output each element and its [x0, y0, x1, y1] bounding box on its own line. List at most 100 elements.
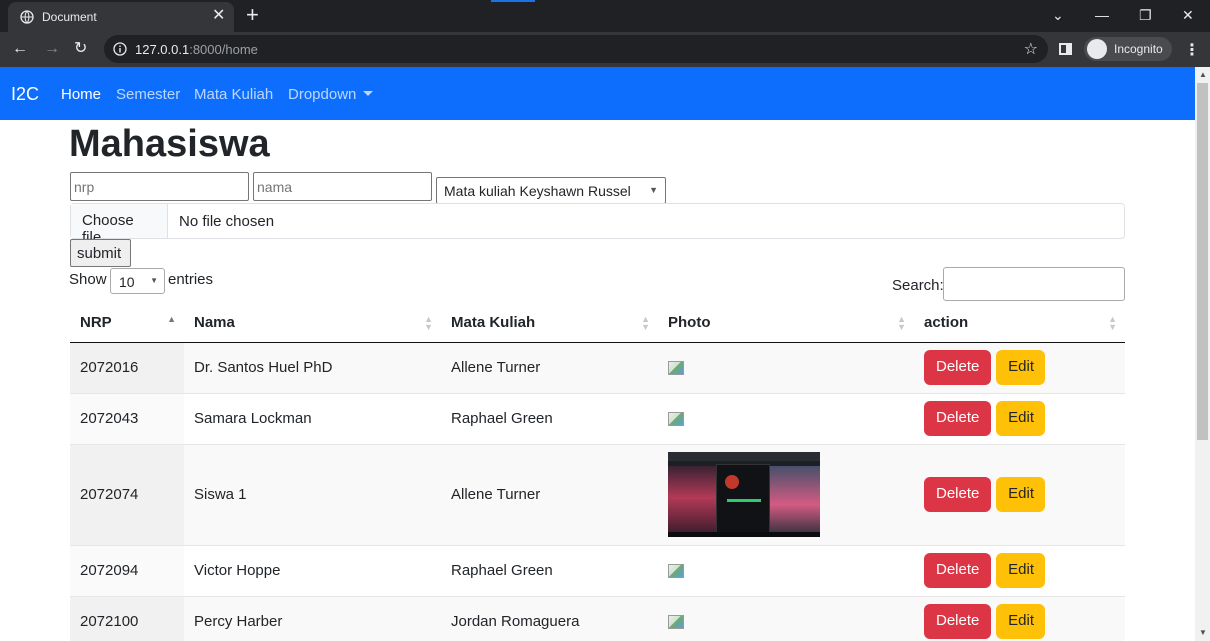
sort-icon: ▲ ▼	[897, 314, 906, 332]
mahasiswa-table: NRP ▲ Nama ▲ ▼ Mata Kuliah ▲ ▼ Photo ▲ ▼ action…	[70, 304, 1125, 641]
cell-action: Delete Edit	[914, 342, 1125, 394]
minimize-icon[interactable]: —	[1095, 6, 1109, 24]
nav-dropdown[interactable]: Dropdown	[288, 86, 374, 103]
nama-input[interactable]	[253, 172, 432, 201]
table-row: 2072016 Dr. Santos Huel PhD Allene Turne…	[70, 342, 1125, 394]
cell-mata-kuliah: Raphael Green	[441, 393, 658, 445]
cell-photo	[658, 545, 914, 597]
select-arrow-icon: ▼	[649, 185, 658, 195]
cell-photo	[658, 596, 914, 641]
tab-close-icon[interactable]: ✕	[212, 7, 225, 25]
cell-nrp: 2072016	[70, 342, 184, 394]
search-input[interactable]	[943, 267, 1125, 301]
table-row: 2072043 Samara Lockman Raphael Green Del…	[70, 393, 1125, 445]
incognito-badge[interactable]: Incognito	[1084, 37, 1172, 61]
entries-length-select[interactable]: 10 ▼	[110, 268, 165, 294]
forward-icon[interactable]: →	[44, 40, 60, 58]
reload-icon[interactable]: ↻	[74, 40, 87, 58]
choose-file-button[interactable]: Choose file	[71, 204, 168, 246]
cell-nrp: 2072094	[70, 545, 184, 597]
cell-mata-kuliah: Allene Turner	[441, 444, 658, 546]
nav-semester[interactable]: Semester	[116, 86, 180, 103]
sort-icon: ▲ ▼	[1108, 314, 1117, 332]
delete-button[interactable]: Delete	[924, 401, 991, 436]
cell-nama: Percy Harber	[184, 596, 441, 641]
search-label: Search:	[892, 277, 944, 294]
delete-button[interactable]: Delete	[924, 350, 991, 385]
page-title: Mahasiswa	[69, 123, 270, 165]
navbar-brand[interactable]: I2C	[11, 84, 39, 105]
browser-tabstrip: Document ✕ + ⌄ — ❐ ✕	[0, 0, 1210, 32]
nav-home[interactable]: Home	[61, 86, 101, 103]
broken-image-icon	[668, 412, 684, 427]
incognito-icon	[1087, 39, 1107, 59]
edit-button[interactable]: Edit	[996, 553, 1046, 588]
scrollbar-thumb[interactable]	[1197, 83, 1208, 440]
delete-button[interactable]: Delete	[924, 553, 991, 588]
edit-button[interactable]: Edit	[996, 401, 1046, 436]
nrp-input[interactable]	[70, 172, 249, 201]
broken-image-icon	[668, 615, 684, 630]
tab-title: Document	[42, 10, 97, 24]
dropdown-caret-icon	[363, 91, 374, 96]
broken-image-icon	[668, 564, 684, 579]
nav-mata-kuliah[interactable]: Mata Kuliah	[194, 86, 273, 103]
cell-nama: Dr. Santos Huel PhD	[184, 342, 441, 394]
cell-nama: Victor Hoppe	[184, 545, 441, 597]
column-header-mata-kuliah[interactable]: Mata Kuliah ▲ ▼	[441, 304, 658, 343]
table-header-row: NRP ▲ Nama ▲ ▼ Mata Kuliah ▲ ▼ Photo ▲ ▼ action…	[70, 304, 1125, 343]
entries-label: entries	[168, 271, 214, 288]
sort-icon: ▲ ▼	[424, 314, 433, 332]
sort-asc-icon: ▲	[167, 314, 176, 324]
table-row: 2072100 Percy Harber Jordan Romaguera De…	[70, 596, 1125, 641]
entries-length-value: 10	[119, 274, 135, 290]
navbar: I2C Home Semester Mata Kuliah Dropdown	[0, 67, 1195, 120]
broken-image-icon	[668, 361, 684, 376]
window-close-icon[interactable]: ✕	[1182, 6, 1194, 24]
url-text: 127.0.0.1:8000/home	[135, 42, 258, 57]
cell-action: Delete Edit	[914, 596, 1125, 641]
tab-search-icon[interactable]: ⌄	[1052, 6, 1064, 24]
bookmark-star-icon[interactable]: ☆	[1024, 39, 1038, 59]
address-bar[interactable]: 127.0.0.1:8000/home ☆	[104, 35, 1048, 63]
delete-button[interactable]: Delete	[924, 477, 991, 512]
restore-icon[interactable]: ❐	[1139, 6, 1152, 24]
cell-action: Delete Edit	[914, 393, 1125, 445]
file-input[interactable]: Choose file No file chosen	[70, 203, 1125, 246]
matkul-select[interactable]: Mata kuliah Keyshawn Russel ▼	[436, 177, 666, 204]
edit-button[interactable]: Edit	[996, 477, 1046, 512]
scroll-down-icon[interactable]: ▼	[1199, 628, 1207, 637]
browser-menu-icon[interactable]: ⋮	[1184, 40, 1200, 60]
cell-photo	[658, 342, 914, 394]
delete-button[interactable]: Delete	[924, 604, 991, 639]
edit-button[interactable]: Edit	[996, 604, 1046, 639]
browser-toolbar: ← → ↻ 127.0.0.1:8000/home ☆ Incognito ⋮	[0, 32, 1210, 67]
sort-icon: ▲ ▼	[641, 314, 650, 332]
cell-mata-kuliah: Raphael Green	[441, 545, 658, 597]
matkul-select-value: Mata kuliah Keyshawn Russel	[444, 183, 631, 199]
info-icon[interactable]	[113, 42, 127, 56]
back-icon[interactable]: ←	[12, 40, 28, 58]
edit-button[interactable]: Edit	[996, 350, 1046, 385]
show-label: Show	[69, 271, 107, 288]
submit-button[interactable]: submit	[70, 239, 131, 267]
cell-photo	[658, 393, 914, 445]
cell-nrp: 2072043	[70, 393, 184, 445]
column-header-photo[interactable]: Photo ▲ ▼	[658, 304, 914, 343]
page-scrollbar[interactable]: ▲ ▼	[1195, 67, 1210, 641]
table-row: 2072074 Siswa 1 Allene Turner Delete Edi…	[70, 444, 1125, 546]
side-panel-icon[interactable]	[1059, 43, 1072, 55]
table-row: 2072094 Victor Hoppe Raphael Green Delet…	[70, 545, 1125, 597]
cell-nama: Siswa 1	[184, 444, 441, 546]
new-tab-icon[interactable]: +	[246, 3, 259, 27]
browser-tab[interactable]: Document ✕	[8, 2, 234, 32]
cell-mata-kuliah: Jordan Romaguera	[441, 596, 658, 641]
scroll-up-icon[interactable]: ▲	[1199, 70, 1207, 79]
column-header-nama[interactable]: Nama ▲ ▼	[184, 304, 441, 343]
tab-indicator	[491, 0, 535, 2]
column-header-nrp[interactable]: NRP ▲	[70, 304, 184, 343]
globe-icon	[20, 10, 34, 24]
nav-dropdown-label: Dropdown	[288, 86, 357, 103]
page-viewport: I2C Home Semester Mata Kuliah Dropdown M…	[0, 67, 1195, 641]
column-header-action[interactable]: action ▲ ▼	[914, 304, 1125, 343]
